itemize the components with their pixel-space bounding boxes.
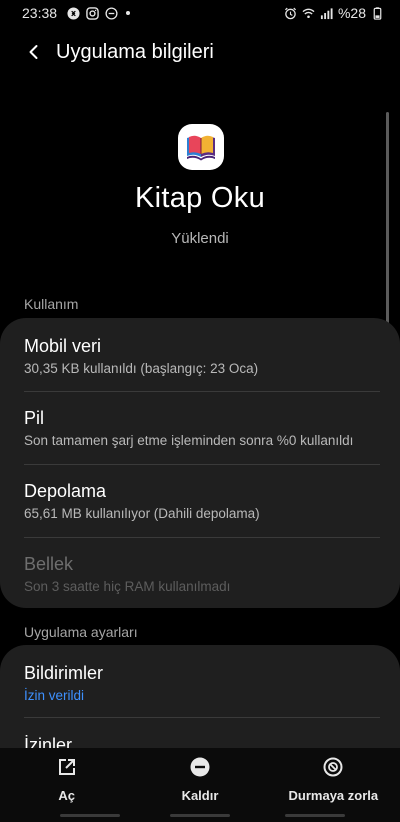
memory-title: Bellek	[24, 554, 74, 574]
shazam-icon	[67, 6, 80, 20]
open-button[interactable]: Aç	[0, 748, 133, 822]
open-label: Aç	[58, 788, 75, 803]
memory-subtitle: Son 3 saatte hiç RAM kullanılmadı	[24, 579, 231, 594]
battery-row[interactable]: Pil Son tamamen şarj etme işleminden son…	[0, 392, 400, 464]
mobile-data-subtitle: 30,35 KB kullanıldı (başlangıç: 23 Oca)	[24, 361, 259, 376]
divider	[285, 814, 345, 817]
status-left: 23:38	[22, 5, 131, 21]
battery-title: Pil	[24, 408, 45, 428]
minus-circle-icon	[189, 756, 211, 778]
storage-subtitle: 65,61 MB kullanılıyor (Dahili depolama)	[24, 506, 260, 521]
app-name: Kitap Oku	[134, 182, 266, 214]
status-right: %28	[284, 5, 384, 21]
notification-dot	[126, 11, 131, 15]
open-book-icon	[187, 135, 215, 161]
battery-percent: %28	[337, 5, 366, 21]
mobile-data-row[interactable]: Mobil veri 30,35 KB kullanıldı (başlangı…	[0, 318, 400, 391]
notifications-subtitle: İzin verildi	[24, 688, 85, 703]
app-install-status: Yüklendi	[171, 230, 229, 247]
app-bar: Uygulama bilgileri	[0, 34, 400, 70]
status-bar: 23:38 %28	[0, 0, 400, 26]
app-settings-section-label: Uygulama ayarları	[24, 624, 138, 640]
bottom-action-bar: Aç Kaldır Durmaya zorla	[0, 748, 400, 822]
battery-icon	[371, 6, 384, 20]
force-stop-icon	[322, 756, 344, 778]
divider	[60, 814, 120, 817]
storage-title: Depolama	[24, 481, 107, 501]
usage-section-label: Kullanım	[24, 296, 79, 312]
wifi-icon	[302, 7, 315, 20]
page-title: Uygulama bilgileri	[56, 40, 214, 63]
force-stop-label: Durmaya zorla	[288, 788, 379, 803]
uninstall-button[interactable]: Kaldır	[133, 748, 266, 822]
storage-row[interactable]: Depolama 65,61 MB kullanılıyor (Dahili d…	[0, 465, 400, 537]
uninstall-label: Kaldır	[181, 788, 219, 803]
signal-icon	[320, 7, 333, 20]
open-external-icon	[56, 756, 78, 778]
mobile-data-title: Mobil veri	[24, 336, 102, 356]
back-button[interactable]	[16, 34, 52, 70]
app-icon	[178, 124, 224, 170]
alarm-icon	[284, 7, 297, 20]
do-not-disturb-icon	[105, 6, 118, 20]
notifications-title: Bildirimler	[24, 663, 104, 683]
battery-subtitle: Son tamamen şarj etme işleminden sonra %…	[24, 433, 354, 448]
usage-card: Mobil veri 30,35 KB kullanıldı (başlangı…	[0, 318, 400, 608]
back-arrow-icon	[29, 45, 38, 59]
memory-row: Bellek Son 3 saatte hiç RAM kullanılmadı	[0, 538, 400, 608]
status-time: 23:38	[22, 5, 58, 21]
notifications-row[interactable]: Bildirimler İzin verildi	[0, 645, 400, 717]
force-stop-button[interactable]: Durmaya zorla	[267, 748, 400, 822]
instagram-icon	[86, 6, 99, 20]
divider	[170, 814, 230, 817]
